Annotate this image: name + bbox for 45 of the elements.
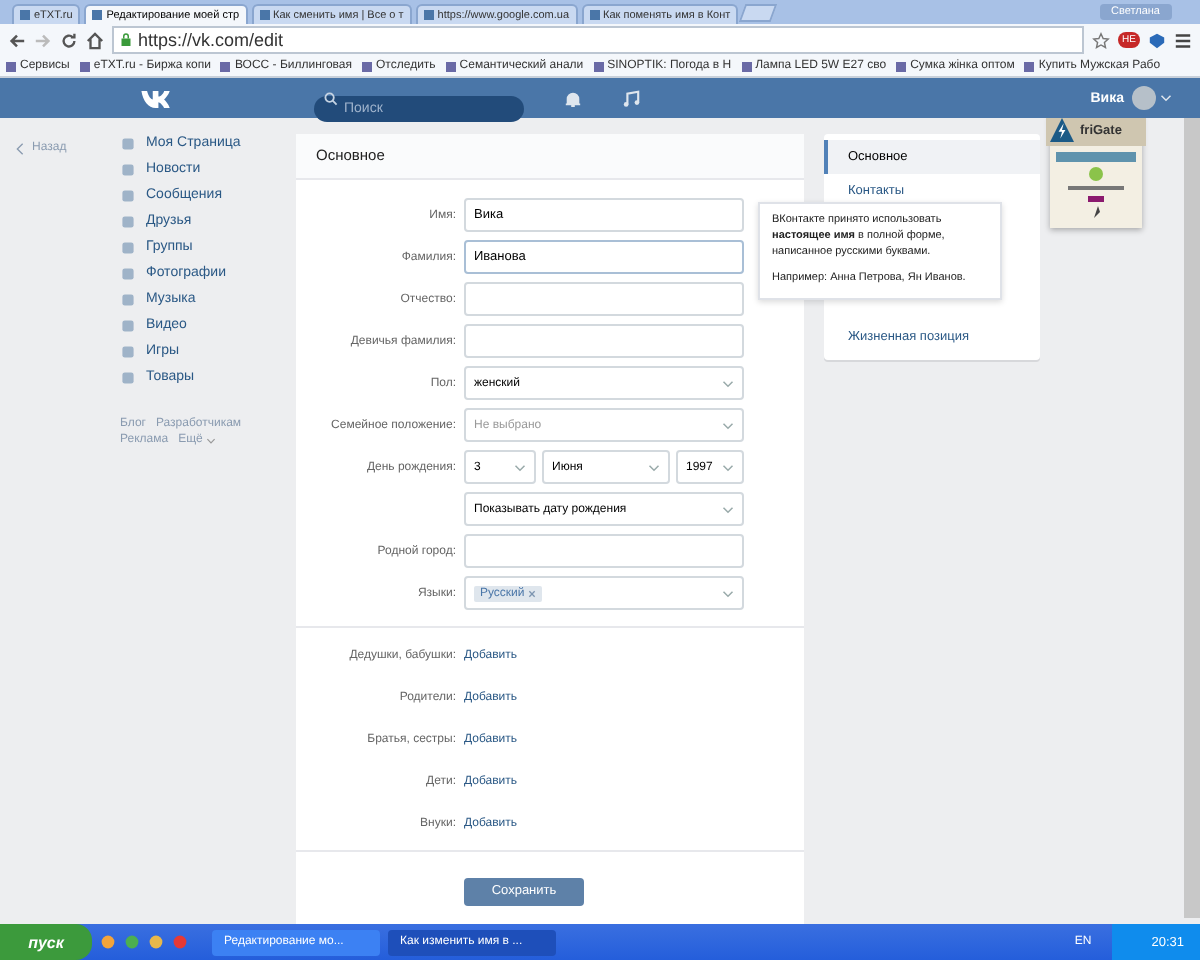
text-field[interactable] <box>464 534 744 568</box>
favicon-icon <box>423 10 434 20</box>
back-arrow-icon[interactable] <box>8 31 26 49</box>
bell-icon[interactable] <box>564 89 582 107</box>
caret-icon <box>722 379 734 387</box>
caret-icon <box>722 589 734 597</box>
caret-icon <box>722 463 734 471</box>
bookmark-icon <box>593 61 604 71</box>
favicon-icon <box>20 10 30 20</box>
address-field[interactable]: https://vk.com/edit <box>112 26 1085 54</box>
lock-icon <box>120 32 132 48</box>
favicon-icon <box>92 10 103 20</box>
start-button[interactable]: пуск <box>0 924 92 960</box>
lightning-icon <box>1050 118 1074 142</box>
avatar-icon[interactable] <box>1132 86 1156 110</box>
caret-icon <box>722 421 734 429</box>
star-icon[interactable] <box>1092 31 1111 49</box>
home-icon[interactable] <box>86 31 104 49</box>
scrollbar[interactable] <box>1184 118 1200 918</box>
new-tab-button[interactable] <box>739 4 778 22</box>
bookmark-icon <box>896 61 907 71</box>
favicon-icon <box>259 10 270 20</box>
caret-icon <box>722 505 734 513</box>
bookmark-icon <box>362 61 373 71</box>
caret-icon[interactable] <box>206 437 217 443</box>
bookmark-icon <box>741 61 752 71</box>
status-bar <box>1056 152 1136 162</box>
caret-icon <box>514 463 526 471</box>
search-icon <box>324 91 338 105</box>
text-field[interactable] <box>464 282 744 316</box>
reload-icon[interactable] <box>60 31 78 49</box>
favicon-icon <box>589 10 600 20</box>
bookmark-icon <box>6 61 16 71</box>
close-icon[interactable] <box>528 589 537 597</box>
bookmark-icon <box>1024 61 1035 71</box>
bookmark-icon <box>79 61 90 71</box>
shield-icon[interactable] <box>1148 31 1166 49</box>
logo-icon[interactable] <box>140 88 174 108</box>
text-field[interactable] <box>464 324 744 358</box>
menu-icon[interactable] <box>1174 31 1192 49</box>
caret-icon <box>648 463 660 471</box>
chevron-left-icon <box>16 141 24 155</box>
bookmark-icon <box>445 61 456 71</box>
forward-arrow-icon[interactable] <box>34 31 52 49</box>
bookmark-icon <box>220 61 231 71</box>
